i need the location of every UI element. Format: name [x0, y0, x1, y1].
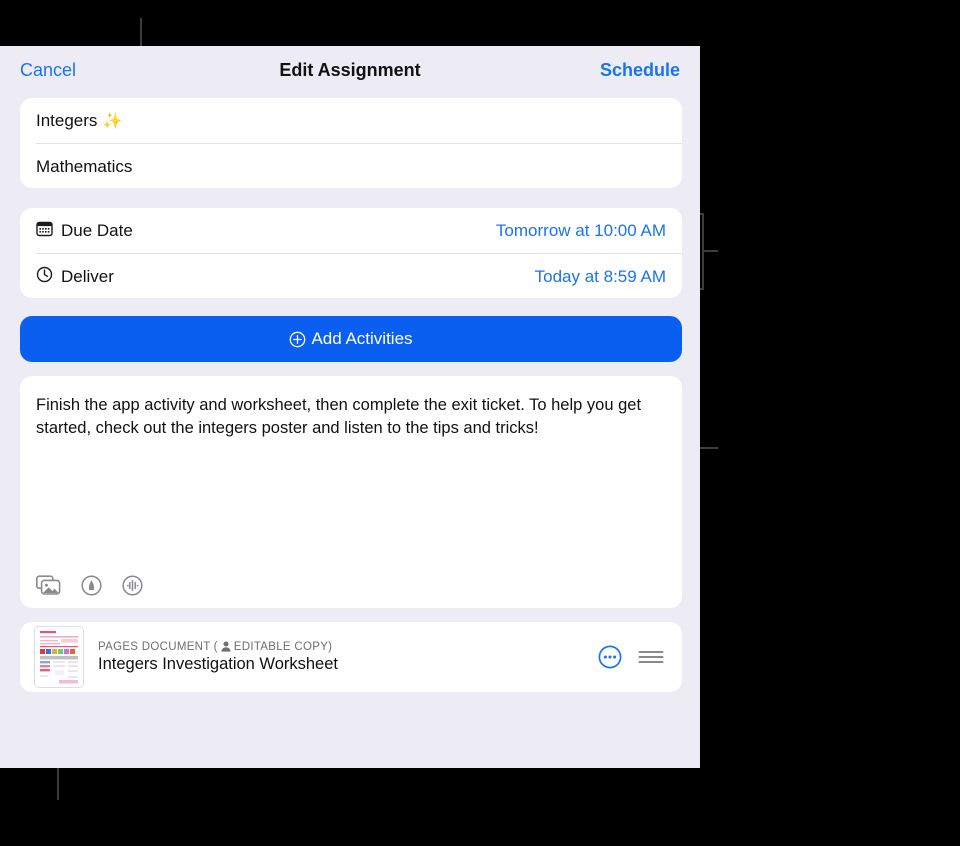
instructions-text[interactable]: Finish the app activity and worksheet, t… — [20, 376, 682, 441]
more-options-icon[interactable] — [598, 645, 622, 669]
audio-recording-icon[interactable] — [122, 575, 143, 596]
deliver-label: Deliver — [61, 266, 114, 286]
add-activities-label: Add Activities — [311, 329, 413, 348]
activity-badge-open-paren: ( — [213, 640, 218, 653]
activity-actions — [598, 645, 668, 669]
sparkles-icon: ✨ — [102, 112, 123, 130]
activity-type-label: PAGES DOCUMENT — [98, 640, 211, 653]
deliver-value[interactable]: Today at 8:59 AM — [535, 267, 666, 287]
page-title: Edit Assignment — [279, 59, 421, 80]
activity-text-block: PAGES DOCUMENT ( EDITABLE COPY) Integers… — [98, 641, 598, 674]
activity-kicker: PAGES DOCUMENT ( EDITABLE COPY) — [98, 641, 598, 653]
assignment-subject-value: Mathematics — [36, 156, 133, 176]
add-activities-button[interactable]: Add Activities — [20, 316, 682, 362]
markup-pen-icon[interactable] — [81, 575, 102, 596]
cancel-button[interactable]: Cancel — [20, 60, 76, 81]
navigation-bar: Cancel Edit Assignment Schedule — [0, 46, 700, 94]
calendar-icon — [36, 220, 53, 242]
instructions-card: Finish the app activity and worksheet, t… — [20, 376, 682, 608]
assignment-fields-card: Integers ✨ Mathematics — [20, 98, 682, 188]
reorder-handle-icon[interactable] — [638, 648, 664, 666]
activity-list-item[interactable]: PAGES DOCUMENT ( EDITABLE COPY) Integers… — [20, 622, 682, 692]
due-date-label: Due Date — [61, 220, 133, 240]
person-icon — [221, 641, 231, 652]
clock-icon — [36, 266, 53, 288]
deliver-date-row[interactable]: Deliver Today at 8:59 AM — [20, 254, 682, 299]
assignment-title-input[interactable]: Integers ✨ — [20, 98, 682, 143]
assignment-title-value: Integers — [36, 110, 98, 130]
dates-card: Due Date Tomorrow at 10:00 AM Deliver To… — [20, 208, 682, 298]
callout-bracket-dates-stem — [704, 250, 718, 252]
activity-editable-copy-label: EDITABLE COPY) — [233, 640, 333, 653]
edit-assignment-panel: Cancel Edit Assignment Schedule Integers… — [0, 46, 700, 768]
due-date-row[interactable]: Due Date Tomorrow at 10:00 AM — [20, 208, 682, 253]
pages-document-thumbnail — [34, 626, 84, 688]
schedule-button[interactable]: Schedule — [600, 60, 680, 81]
instructions-toolbar — [36, 575, 143, 596]
activity-title: Integers Investigation Worksheet — [98, 654, 338, 673]
due-date-value[interactable]: Tomorrow at 10:00 AM — [496, 221, 666, 241]
photos-icon[interactable] — [36, 575, 61, 596]
assignment-subject-input[interactable]: Mathematics — [20, 144, 682, 189]
plus-circle-icon — [289, 331, 306, 348]
